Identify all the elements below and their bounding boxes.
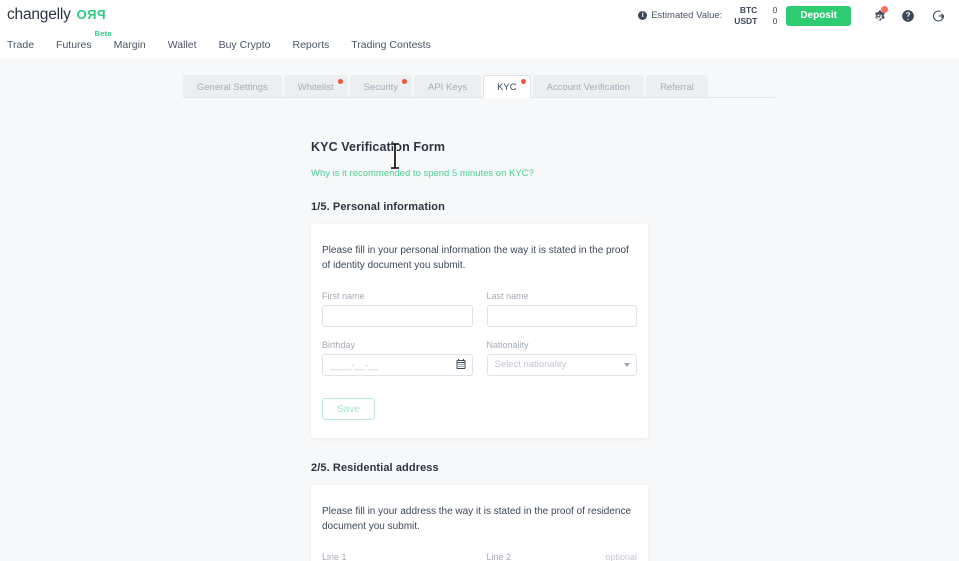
balance-list: BTC 0 USDT 0: [731, 5, 777, 26]
balance-row-usdt: USDT 0: [731, 16, 777, 26]
personal-information-description: Please fill in your personal information…: [322, 245, 629, 271]
line2-label-text: Line 2: [486, 552, 512, 561]
nav-item-label: Buy Crypto: [218, 39, 271, 51]
nationality-label: Nationality: [487, 340, 638, 350]
nationality-select-wrapper: Select nationality: [486, 354, 637, 376]
tab-alert-dot: [520, 79, 526, 84]
nav-item-trade[interactable]: Trade: [7, 39, 34, 51]
personal-information-card: Please fill in your personal information…: [311, 224, 648, 438]
balance-ticker: BTC: [739, 5, 758, 15]
line2-optional-tag: optional: [605, 552, 637, 561]
tab-bar-divider: [183, 97, 775, 98]
nav-item-label: Wallet: [167, 39, 197, 51]
first-name-field-group: First name: [322, 291, 473, 327]
header-right-cluster: i Estimated Value: BTC 0 USDT 0 Deposit: [638, 0, 953, 31]
nav-item-label: Reports: [292, 39, 330, 51]
residential-address-card: Please fill in your address the way it i…: [311, 485, 648, 561]
nav-item-trading-contests[interactable]: Trading Contests: [351, 39, 431, 51]
tab-label: General Settings: [197, 82, 268, 93]
line1-label: Line 1: [322, 552, 473, 561]
help-button[interactable]: [897, 5, 919, 27]
nav-item-buy-crypto[interactable]: Buy Crypto: [219, 39, 271, 51]
residential-address-description: Please fill in your address the way it i…: [322, 506, 632, 532]
estimated-value-label: Estimated Value:: [651, 10, 723, 21]
tab-whitelist[interactable]: Whitelist: [283, 75, 348, 98]
main-navigation: Trade Futures Beta Margin Wallet Buy Cry…: [0, 29, 959, 59]
tab-referral[interactable]: Referral: [646, 75, 708, 98]
tab-account-verification[interactable]: Account Verification: [532, 75, 645, 98]
first-name-label: First name: [322, 291, 473, 301]
nav-item-futures[interactable]: Futures Beta: [56, 29, 111, 51]
estimated-value-group: i Estimated Value:: [638, 10, 722, 21]
birthday-nationality-field-row: Birthday Nationality: [322, 340, 637, 376]
balance-value: 0: [772, 5, 778, 15]
kyc-info-link[interactable]: Why is it recommended to spend 5 minutes…: [311, 168, 534, 179]
tab-label: KYC: [497, 82, 517, 93]
tab-api-keys[interactable]: API Keys: [414, 75, 482, 98]
settings-tab-bar: General Settings Whitelist Security API …: [183, 74, 775, 98]
last-name-label: Last name: [487, 291, 638, 301]
tab-list: General Settings Whitelist Security API …: [183, 74, 775, 98]
nav-item-label: Margin: [113, 39, 146, 51]
brand-logo-pro: PRO: [75, 7, 106, 22]
tab-label: Whitelist: [297, 82, 334, 93]
first-name-label-text: First name: [322, 291, 365, 301]
beta-badge: Beta: [94, 29, 112, 38]
last-name-field-group: Last name: [486, 291, 638, 327]
balance-ticker: USDT: [734, 16, 758, 26]
line1-field-group: Line 1: [322, 552, 473, 561]
birthday-label-text: Birthday: [322, 340, 356, 350]
nav-item-margin[interactable]: Margin: [114, 39, 146, 51]
tab-alert-dot: [337, 79, 343, 84]
balance-value: 0: [772, 16, 778, 26]
nationality-field-group: Nationality Select nationality: [486, 340, 638, 376]
tab-alert-dot: [402, 79, 407, 84]
nav-item-wallet[interactable]: Wallet: [168, 39, 197, 51]
page-title: KYC Verification Form: [311, 140, 446, 154]
nav-item-label: Futures: [56, 39, 92, 51]
tab-label: API Keys: [428, 82, 468, 93]
tab-label: Account Verification: [546, 82, 631, 93]
last-name-label-text: Last name: [486, 291, 529, 301]
birthday-input-wrapper: [322, 354, 473, 376]
section-title-residential-address: 2/5. Residential address: [311, 462, 439, 474]
tab-security[interactable]: Security: [349, 75, 412, 98]
logout-button[interactable]: [927, 5, 949, 27]
name-field-row: First name Last name: [322, 291, 637, 327]
nav-item-label: Trading Contests: [351, 39, 431, 51]
settings-button[interactable]: [867, 5, 889, 27]
last-name-input[interactable]: [486, 305, 637, 327]
save-personal-information-button[interactable]: Save: [322, 398, 375, 420]
first-name-input[interactable]: [322, 305, 473, 327]
nav-item-reports[interactable]: Reports: [293, 39, 330, 51]
birthday-label: Birthday: [322, 340, 473, 350]
deposit-button[interactable]: Deposit: [786, 5, 851, 26]
section-title-personal-information: 1/5. Personal information: [311, 201, 445, 213]
balance-row-btc: BTC 0: [731, 5, 777, 15]
brand-logo-name: changelly: [7, 6, 71, 23]
line1-label-text: Line 1: [322, 552, 347, 561]
tab-kyc[interactable]: KYC: [483, 75, 531, 98]
address-line-field-row: Line 1 Line 2 optional: [322, 552, 637, 561]
kyc-form-container: KYC Verification Form Why is it recommen…: [311, 140, 648, 561]
nationality-label-text: Nationality: [486, 340, 529, 350]
tab-label: Security: [363, 82, 398, 93]
brand-logo[interactable]: changelly PRO: [7, 6, 105, 24]
line2-field-group: Line 2 optional: [487, 552, 638, 561]
line2-label: Line 2 optional: [487, 552, 638, 561]
nav-item-label: Trade: [7, 39, 35, 51]
tab-label: Referral: [660, 82, 694, 93]
settings-notification-badge: [881, 5, 888, 13]
birthday-field-group: Birthday: [322, 340, 473, 376]
top-header-bar: changelly PRO i Estimated Value: BTC 0 U…: [0, 0, 959, 31]
info-icon[interactable]: i: [638, 11, 648, 20]
tab-general-settings[interactable]: General Settings: [183, 75, 282, 98]
birthday-input[interactable]: [322, 354, 473, 376]
nationality-select[interactable]: Select nationality: [486, 354, 637, 376]
